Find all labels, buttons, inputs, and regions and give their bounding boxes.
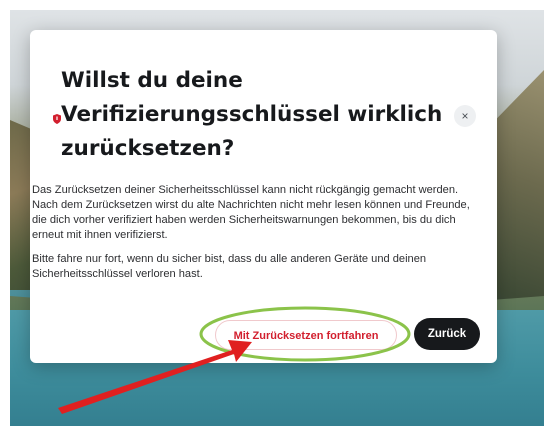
dialog-title-line-2: Verifizierungsschlüssel wirklich <box>61 102 443 127</box>
continue-reset-button[interactable]: Mit Zurücksetzen fortfahren <box>215 320 397 350</box>
shield-icon <box>53 114 61 124</box>
back-button[interactable]: Zurück <box>414 318 480 350</box>
dialog-title: Willst du deine Verifizierungsschlüssel … <box>61 64 461 166</box>
dialog-body: Das Zurücksetzen deiner Sicherheitsschlü… <box>32 183 484 290</box>
close-icon[interactable]: × <box>454 105 476 127</box>
warning-paragraph: Das Zurücksetzen deiner Sicherheitsschlü… <box>32 184 470 241</box>
dialog-title-line-1: Willst du deine <box>61 68 243 93</box>
confirm-paragraph: Bitte fahre nur fort, wenn du sicher bis… <box>32 252 427 280</box>
reset-keys-dialog: Willst du deine Verifizierungsschlüssel … <box>30 30 497 363</box>
dialog-title-line-3: zurücksetzen? <box>61 136 235 161</box>
